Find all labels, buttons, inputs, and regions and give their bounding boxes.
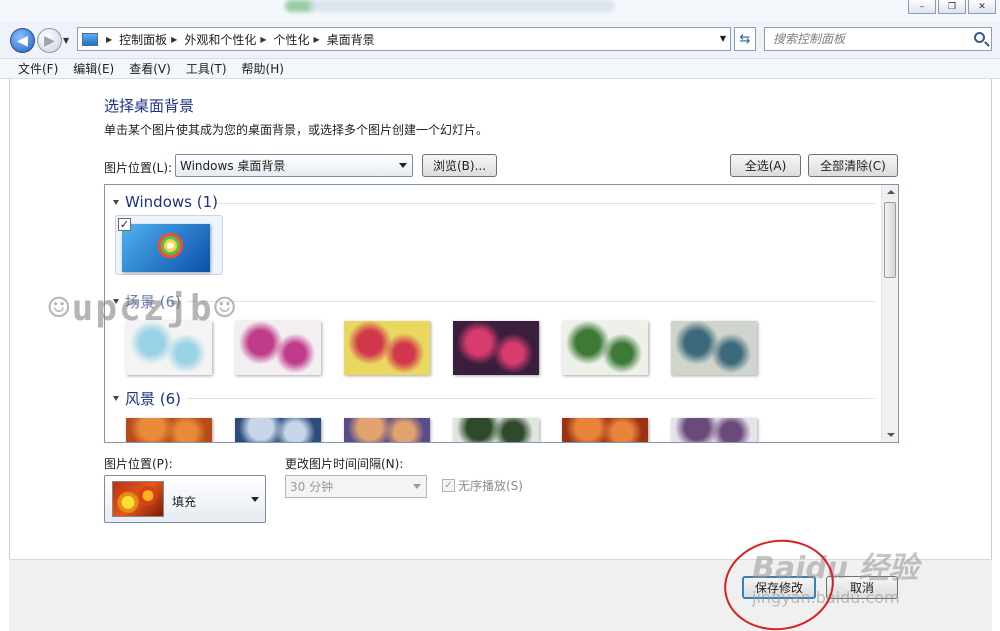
breadcrumb-appearance[interactable]: 外观和个性化 xyxy=(184,31,256,48)
watermark-upczjb: ☺upczjb☺ xyxy=(48,288,238,329)
address-bar[interactable]: ▶ 控制面板 ▶ 外观和个性化 ▶ 个性化 ▶ 桌面背景 ▼ xyxy=(77,27,731,51)
control-panel-icon xyxy=(82,32,98,46)
breadcrumb-personalization[interactable]: 个性化 xyxy=(274,31,310,48)
shuffle-checkbox[interactable]: ✓ xyxy=(442,479,455,492)
menu-bar: 文件(F) 编辑(E) 查看(V) 工具(T) 帮助(H) xyxy=(0,58,1000,79)
group-divider xyxy=(217,203,875,204)
recent-pages-dropdown[interactable]: ▼ xyxy=(63,36,69,45)
menu-edit[interactable]: 编辑(E) xyxy=(73,60,114,77)
arrow-left-icon: ◀ xyxy=(17,32,28,49)
menu-help[interactable]: 帮助(H) xyxy=(242,60,284,77)
wallpaper-thumbnail[interactable] xyxy=(344,418,430,442)
gallery-group-header[interactable]: Windows (1) xyxy=(105,193,218,211)
navigation-bar: ◀ ▶ ▼ ▶ 控制面板 ▶ 外观和个性化 ▶ 个性化 ▶ 桌面背景 ▼ ⇆ xyxy=(0,22,1000,58)
search-input[interactable] xyxy=(773,32,963,46)
scroll-up-arrow-icon[interactable] xyxy=(887,190,895,194)
collapse-triangle-icon[interactable] xyxy=(113,396,119,401)
thumbnail-checkbox[interactable]: ✓ xyxy=(118,218,131,231)
collapse-triangle-icon[interactable] xyxy=(113,199,119,205)
wallpaper-thumbnail[interactable] xyxy=(453,418,539,442)
wallpaper-thumbnail[interactable] xyxy=(671,321,757,375)
breadcrumb-separator[interactable]: ▶ xyxy=(171,35,177,44)
wallpaper-thumbnail[interactable] xyxy=(126,321,212,375)
wallpaper-thumbnail[interactable] xyxy=(122,224,210,272)
wallpaper-thumbnail[interactable] xyxy=(562,321,648,375)
menu-tools[interactable]: 工具(T) xyxy=(186,60,227,77)
search-icon[interactable] xyxy=(974,32,985,43)
shuffle-label: 无序播放(S) xyxy=(458,479,523,493)
chevron-down-icon xyxy=(251,497,259,502)
back-button[interactable]: ◀ xyxy=(10,28,35,53)
gallery-group-name: Windows (1) xyxy=(125,193,218,211)
wallpaper-thumbnail[interactable] xyxy=(126,418,212,442)
gallery-scrollbar[interactable] xyxy=(881,185,898,442)
scroll-down-arrow-icon[interactable] xyxy=(887,433,895,437)
minimize-icon: – xyxy=(919,1,925,12)
close-button[interactable]: ✕ xyxy=(968,0,996,14)
refresh-button[interactable]: ⇆ xyxy=(734,27,756,51)
wallpaper-thumbnail[interactable] xyxy=(235,321,321,375)
chevron-down-icon xyxy=(413,484,421,489)
address-dropdown-button[interactable]: ▼ xyxy=(720,34,726,43)
picture-location-label: 图片位置(L): xyxy=(104,161,173,175)
group-divider xyxy=(187,301,875,302)
menu-view[interactable]: 查看(V) xyxy=(129,60,171,77)
picture-position-value: 填充 xyxy=(172,495,197,509)
chevron-down-icon xyxy=(399,163,407,168)
breadcrumb-separator[interactable]: ▶ xyxy=(314,35,320,44)
wallpaper-thumbnail[interactable] xyxy=(235,418,321,442)
interval-value: 30 分钟 xyxy=(290,480,334,494)
gallery-group-header[interactable]: 风景 (6) xyxy=(105,388,181,409)
select-all-button[interactable]: 全选(A) xyxy=(730,154,801,177)
gallery-group-name: 风景 (6) xyxy=(125,390,182,408)
picture-location-select[interactable]: Windows 桌面背景 xyxy=(175,154,413,177)
wallpaper-thumbnail[interactable] xyxy=(453,321,539,375)
breadcrumb-separator[interactable]: ▶ xyxy=(260,35,266,44)
breadcrumb-desktop-background[interactable]: 桌面背景 xyxy=(327,31,375,48)
breadcrumb-control-panel[interactable]: 控制面板 xyxy=(119,31,167,48)
shuffle-option[interactable]: ✓ 无序播放(S) xyxy=(442,477,523,494)
minimize-button[interactable]: – xyxy=(908,0,936,14)
interval-label: 更改图片时间间隔(N): xyxy=(285,457,404,471)
wallpaper-thumbnail[interactable] xyxy=(344,321,430,375)
group-divider xyxy=(187,398,875,399)
refresh-icon: ⇆ xyxy=(739,31,751,47)
window-controls: – ❐ ✕ xyxy=(908,0,996,14)
wallpaper-thumbnail[interactable] xyxy=(562,418,648,442)
arrow-right-icon: ▶ xyxy=(44,32,55,49)
blurred-window-title xyxy=(285,0,615,12)
page-title: 选择桌面背景 xyxy=(104,97,195,115)
wallpaper-thumbnail[interactable] xyxy=(671,418,757,442)
picture-position-label: 图片位置(P): xyxy=(104,457,173,471)
close-icon: ✕ xyxy=(978,1,986,12)
search-box[interactable] xyxy=(764,27,992,51)
interval-select[interactable]: 30 分钟 xyxy=(285,475,427,498)
menu-file[interactable]: 文件(F) xyxy=(18,60,58,77)
restore-icon: ❐ xyxy=(947,1,957,12)
restore-button[interactable]: ❐ xyxy=(938,0,966,14)
scrollbar-thumb[interactable] xyxy=(884,202,896,278)
clear-all-button[interactable]: 全部清除(C) xyxy=(808,154,898,177)
picture-location-value: Windows 桌面背景 xyxy=(180,159,286,173)
title-strip: – ❐ ✕ xyxy=(0,0,1000,22)
breadcrumb-separator[interactable]: ▶ xyxy=(106,35,112,44)
browse-button[interactable]: 浏览(B)... xyxy=(422,154,497,177)
fill-preview-thumbnail xyxy=(112,481,164,517)
forward-button[interactable]: ▶ xyxy=(37,28,62,53)
picture-position-select[interactable]: 填充 xyxy=(104,475,266,523)
page-description: 单击某个图片使其成为您的桌面背景，或选择多个图片创建一个幻灯片。 xyxy=(104,123,489,137)
